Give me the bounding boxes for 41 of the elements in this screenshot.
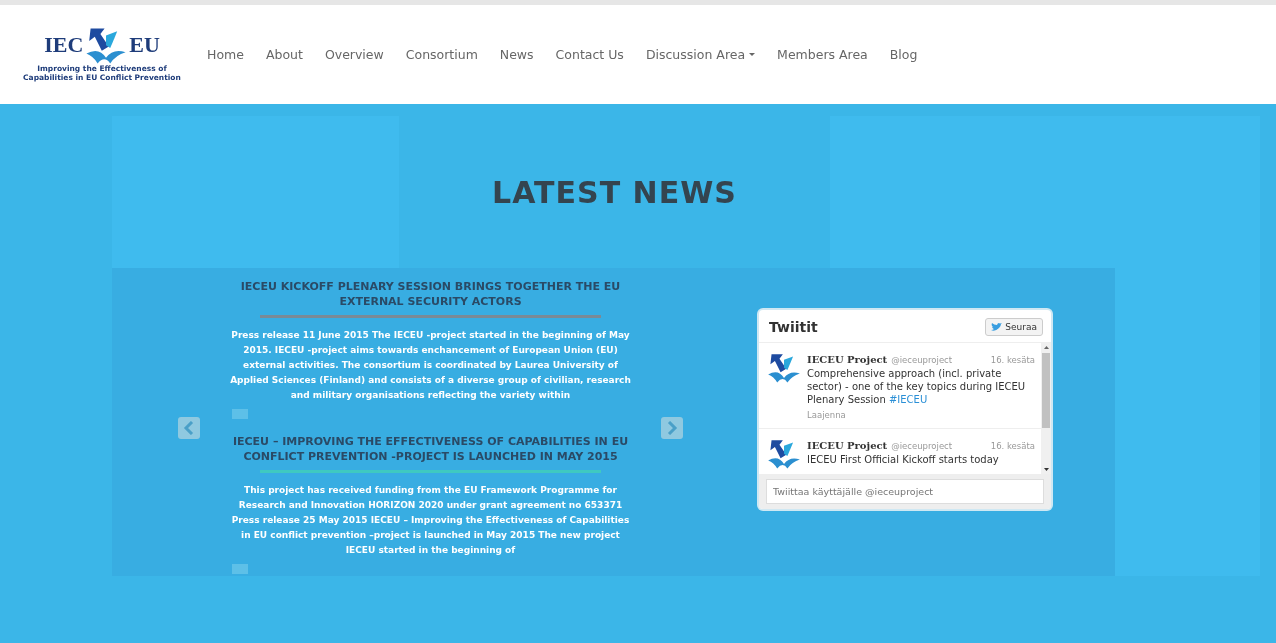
news-excerpt: Press release 11 June 2015 The IECEU -project started in the beginning of May 2015. IECEU -project aims towards enchancement of European Union (EU) external activities. The consortium is coordinated by Laurea University of Applied Sciences (Finland) and consists of a diverse group of civilian, research and military organisations reflecting the variety within — [230, 329, 631, 402]
widget-title: Twiitit — [769, 319, 818, 335]
tweet-author[interactable]: IECEU Project — [807, 353, 888, 366]
previous-arrow-button[interactable] — [178, 417, 200, 439]
tweet-author[interactable]: IECEU Project — [807, 439, 888, 452]
expand-link[interactable]: Laajenna — [807, 409, 1035, 422]
news-excerpt: This project has received funding from the EU Framework Programme for Research and Innovation HORIZON 2020 under grant agreement no 653371 Press release 25 May 2015 IECEU – Improving the Effectiveness of Capabilities in EU conflict prevention –project is launched in May 2015 The new project IECEU started in the beginning of — [230, 484, 631, 557]
tweet-input-field[interactable]: Twiittaa käyttäjälle @ieceuproject — [766, 479, 1044, 504]
scrollbar[interactable] — [1041, 343, 1051, 474]
news-title[interactable]: IECEU KICKOFF PLENARY SESSION BRINGS TOGETHER THE EU EXTERNAL SECURITY ACTORS — [230, 279, 631, 309]
chevron-left-icon — [183, 421, 195, 435]
nav-link[interactable]: Overview — [313, 47, 395, 62]
nav-link[interactable]: Contact Us — [544, 47, 635, 62]
nav-link[interactable]: Discussion Area — [634, 47, 767, 62]
tweet-handle: @ieceuproject — [891, 440, 953, 453]
logo-emblem-icon — [85, 26, 128, 65]
tweet-handle: @ieceuproject — [891, 354, 953, 367]
tweet-text: IECEU First Official Kickoff starts today — [807, 453, 1000, 466]
chevron-right-icon — [666, 421, 678, 435]
nav-link[interactable]: Blog — [878, 47, 929, 62]
scroll-up-icon[interactable] — [1043, 346, 1049, 349]
nav-link[interactable]: Members Area — [766, 47, 879, 62]
logo-text: IEC — [44, 32, 84, 59]
tweet-date: 16. kesäta — [990, 440, 1035, 453]
read-more-icon[interactable] — [232, 563, 248, 574]
scroll-down-icon[interactable] — [1043, 468, 1049, 471]
avatar-logo-icon — [767, 439, 801, 470]
next-arrow-button[interactable] — [661, 417, 683, 439]
nav-link[interactable]: Consortium — [394, 47, 489, 62]
nav-link[interactable]: News — [488, 47, 545, 62]
avatar-logo-icon — [767, 353, 801, 384]
nav-link[interactable]: Home — [196, 47, 255, 62]
tweet-text: Comprehensive approach (incl. private sector) - one of the key topics during IECEU Plenary Session #IECEU — [807, 367, 1027, 406]
news-title[interactable]: IECEU – IMPROVING THE EFFECTIVENESS OF CAPABILITIES IN EU CONFLICT PREVENTION -PROJECT IS LAUNCHED IN MAY 2015 — [230, 434, 631, 464]
nav-link[interactable]: About — [254, 47, 314, 62]
read-more-icon[interactable] — [232, 408, 248, 419]
section-heading: LATEST NEWS — [491, 174, 738, 210]
bird-icon — [991, 322, 1003, 332]
logo-text: EU — [129, 32, 160, 59]
tweet-date: 16. kesäta — [990, 354, 1035, 367]
follow-button[interactable]: Seuraa — [985, 318, 1043, 336]
